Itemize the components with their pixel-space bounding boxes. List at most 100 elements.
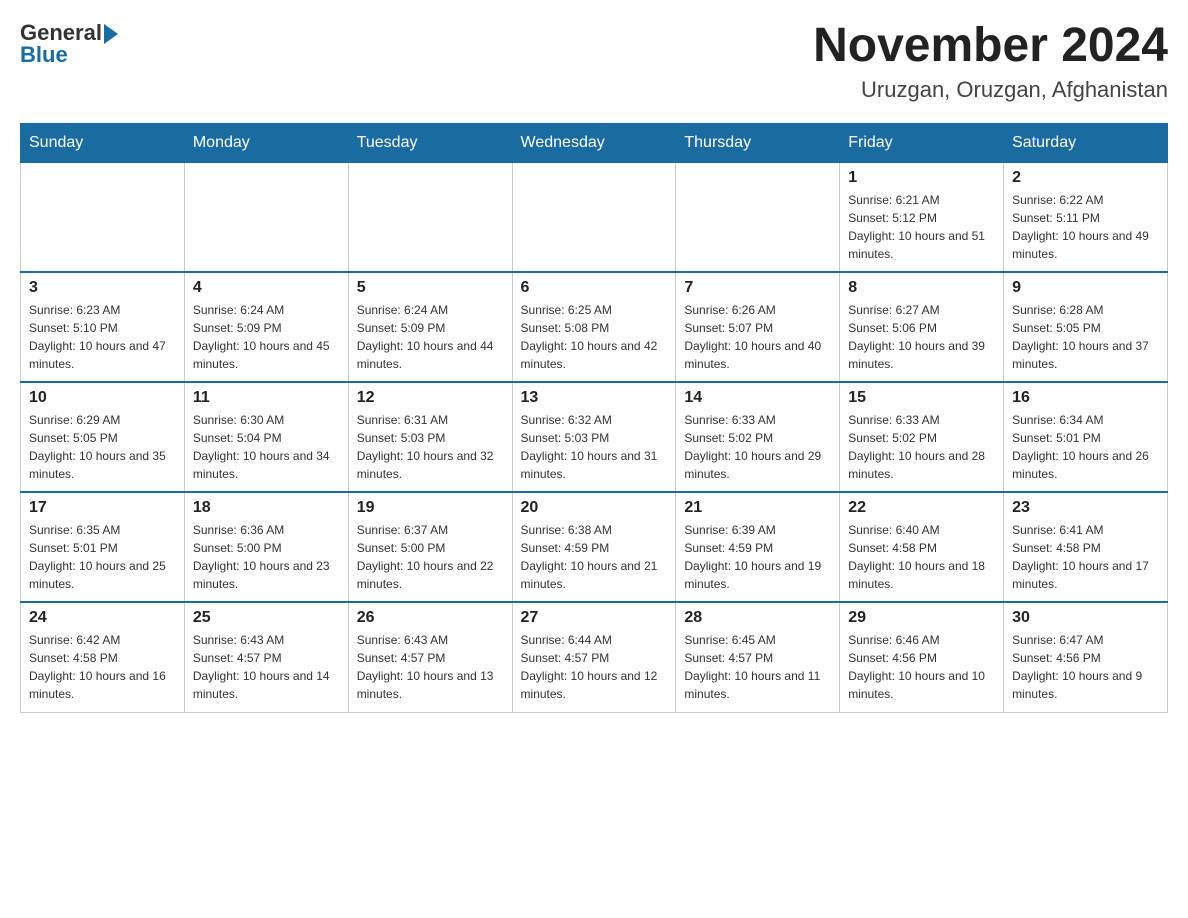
calendar-day-cell: 18 Sunrise: 6:36 AMSunset: 5:00 PMDayligh… (184, 492, 348, 602)
calendar-week-row: 24 Sunrise: 6:42 AMSunset: 4:58 PMDayligh… (21, 602, 1168, 712)
day-info: Sunrise: 6:34 AMSunset: 5:01 PMDaylight:… (1012, 411, 1159, 483)
calendar-day-cell: 16Sunrise: 6:34 AMSunset: 5:01 PMDayligh… (1004, 382, 1168, 492)
day-info: Sunrise: 6:30 AMSunset: 5:04 PMDaylight:… (193, 411, 340, 483)
calendar-header-row: SundayMondayTuesdayWednesdayThursdayFrid… (21, 123, 1168, 162)
day-number: 25 (193, 609, 340, 627)
calendar-day-cell: 15Sunrise: 6:33 AMSunset: 5:02 PMDayligh… (840, 382, 1004, 492)
day-number: 6 (521, 279, 668, 297)
day-info: Sunrise: 6:25 AMSunset: 5:08 PMDaylight:… (521, 301, 668, 373)
calendar-day-cell: 20 Sunrise: 6:38 AMSunset: 4:59 PMDayligh… (512, 492, 676, 602)
logo-blue-text: Blue (20, 42, 68, 68)
calendar-day-cell (184, 162, 348, 272)
day-number: 4 (193, 279, 340, 297)
day-number: 12 (357, 389, 504, 407)
calendar-day-cell: 10Sunrise: 6:29 AMSunset: 5:05 PMDayligh… (21, 382, 185, 492)
day-info: Sunrise: 6:42 AMSunset: 4:58 PMDaylight:… (29, 631, 176, 703)
calendar-day-cell (21, 162, 185, 272)
day-number: 28 (684, 609, 831, 627)
day-number: 13 (521, 389, 668, 407)
calendar-day-cell: 28 Sunrise: 6:45 AMSunset: 4:57 PMDayligh… (676, 602, 840, 712)
calendar-day-cell: 1 Sunrise: 6:21 AMSunset: 5:12 PMDaylight… (840, 162, 1004, 272)
day-number: 26 (357, 609, 504, 627)
day-number: 17 (29, 499, 176, 517)
calendar-day-cell (348, 162, 512, 272)
calendar-week-row: 17Sunrise: 6:35 AMSunset: 5:01 PMDayligh… (21, 492, 1168, 602)
calendar-day-cell: 30Sunrise: 6:47 AMSunset: 4:56 PMDayligh… (1004, 602, 1168, 712)
day-of-week-header: Friday (840, 123, 1004, 162)
day-number: 9 (1012, 279, 1159, 297)
day-number: 11 (193, 389, 340, 407)
calendar-day-cell: 2 Sunrise: 6:22 AMSunset: 5:11 PMDaylight… (1004, 162, 1168, 272)
day-number: 23 (1012, 499, 1159, 517)
day-number: 8 (848, 279, 995, 297)
day-info: Sunrise: 6:37 AMSunset: 5:00 PMDaylight:… (357, 521, 504, 593)
day-info: Sunrise: 6:33 AMSunset: 5:02 PMDaylight:… (684, 411, 831, 483)
day-number: 19 (357, 499, 504, 517)
calendar-day-cell: 19 Sunrise: 6:37 AMSunset: 5:00 PMDayligh… (348, 492, 512, 602)
calendar-day-cell (512, 162, 676, 272)
calendar-day-cell: 22 Sunrise: 6:40 AMSunset: 4:58 PMDayligh… (840, 492, 1004, 602)
day-info: Sunrise: 6:22 AMSunset: 5:11 PMDaylight:… (1012, 191, 1159, 263)
day-of-week-header: Wednesday (512, 123, 676, 162)
calendar-day-cell: 26 Sunrise: 6:43 AMSunset: 4:57 PMDayligh… (348, 602, 512, 712)
calendar-day-cell: 24 Sunrise: 6:42 AMSunset: 4:58 PMDayligh… (21, 602, 185, 712)
day-number: 14 (684, 389, 831, 407)
calendar-day-cell: 9 Sunrise: 6:28 AMSunset: 5:05 PMDaylight… (1004, 272, 1168, 382)
day-info: Sunrise: 6:32 AMSunset: 5:03 PMDaylight:… (521, 411, 668, 483)
calendar-day-cell: 21 Sunrise: 6:39 AMSunset: 4:59 PMDayligh… (676, 492, 840, 602)
day-number: 15 (848, 389, 995, 407)
day-info: Sunrise: 6:31 AMSunset: 5:03 PMDaylight:… (357, 411, 504, 483)
calendar-day-cell: 29Sunrise: 6:46 AMSunset: 4:56 PMDayligh… (840, 602, 1004, 712)
calendar-day-cell: 3 Sunrise: 6:23 AMSunset: 5:10 PMDaylight… (21, 272, 185, 382)
day-info: Sunrise: 6:39 AMSunset: 4:59 PMDaylight:… (684, 521, 831, 593)
calendar-day-cell: 14 Sunrise: 6:33 AMSunset: 5:02 PMDayligh… (676, 382, 840, 492)
day-number: 30 (1012, 609, 1159, 627)
calendar-week-row: 10Sunrise: 6:29 AMSunset: 5:05 PMDayligh… (21, 382, 1168, 492)
day-info: Sunrise: 6:26 AMSunset: 5:07 PMDaylight:… (684, 301, 831, 373)
day-info: Sunrise: 6:24 AMSunset: 5:09 PMDaylight:… (357, 301, 504, 373)
day-info: Sunrise: 6:38 AMSunset: 4:59 PMDaylight:… (521, 521, 668, 593)
day-number: 22 (848, 499, 995, 517)
day-number: 7 (684, 279, 831, 297)
day-info: Sunrise: 6:29 AMSunset: 5:05 PMDaylight:… (29, 411, 176, 483)
calendar-day-cell: 11 Sunrise: 6:30 AMSunset: 5:04 PMDayligh… (184, 382, 348, 492)
calendar-day-cell: 7 Sunrise: 6:26 AMSunset: 5:07 PMDaylight… (676, 272, 840, 382)
calendar-day-cell (676, 162, 840, 272)
calendar-day-cell: 12 Sunrise: 6:31 AMSunset: 5:03 PMDayligh… (348, 382, 512, 492)
day-info: Sunrise: 6:45 AMSunset: 4:57 PMDaylight:… (684, 631, 831, 703)
day-info: Sunrise: 6:24 AMSunset: 5:09 PMDaylight:… (193, 301, 340, 373)
day-number: 24 (29, 609, 176, 627)
day-of-week-header: Tuesday (348, 123, 512, 162)
day-info: Sunrise: 6:36 AMSunset: 5:00 PMDaylight:… (193, 521, 340, 593)
location-title: Uruzgan, Oruzgan, Afghanistan (813, 77, 1168, 103)
day-info: Sunrise: 6:46 AMSunset: 4:56 PMDaylight:… (848, 631, 995, 703)
day-number: 1 (848, 169, 995, 187)
calendar-day-cell: 17Sunrise: 6:35 AMSunset: 5:01 PMDayligh… (21, 492, 185, 602)
day-number: 2 (1012, 169, 1159, 187)
calendar-day-cell: 4 Sunrise: 6:24 AMSunset: 5:09 PMDaylight… (184, 272, 348, 382)
calendar-day-cell: 5 Sunrise: 6:24 AMSunset: 5:09 PMDaylight… (348, 272, 512, 382)
calendar-day-cell: 6 Sunrise: 6:25 AMSunset: 5:08 PMDaylight… (512, 272, 676, 382)
calendar-week-row: 1 Sunrise: 6:21 AMSunset: 5:12 PMDaylight… (21, 162, 1168, 272)
day-number: 18 (193, 499, 340, 517)
title-section: November 2024 Uruzgan, Oruzgan, Afghanis… (813, 20, 1168, 103)
calendar-table: SundayMondayTuesdayWednesdayThursdayFrid… (20, 123, 1168, 713)
day-info: Sunrise: 6:27 AMSunset: 5:06 PMDaylight:… (848, 301, 995, 373)
day-number: 3 (29, 279, 176, 297)
logo: General Blue (20, 20, 118, 68)
day-number: 21 (684, 499, 831, 517)
calendar-day-cell: 13 Sunrise: 6:32 AMSunset: 5:03 PMDayligh… (512, 382, 676, 492)
day-info: Sunrise: 6:21 AMSunset: 5:12 PMDaylight:… (848, 191, 995, 263)
calendar-week-row: 3 Sunrise: 6:23 AMSunset: 5:10 PMDaylight… (21, 272, 1168, 382)
day-of-week-header: Monday (184, 123, 348, 162)
day-info: Sunrise: 6:40 AMSunset: 4:58 PMDaylight:… (848, 521, 995, 593)
day-number: 20 (521, 499, 668, 517)
day-info: Sunrise: 6:28 AMSunset: 5:05 PMDaylight:… (1012, 301, 1159, 373)
day-number: 5 (357, 279, 504, 297)
day-info: Sunrise: 6:43 AMSunset: 4:57 PMDaylight:… (357, 631, 504, 703)
calendar-day-cell: 25Sunrise: 6:43 AMSunset: 4:57 PMDayligh… (184, 602, 348, 712)
day-of-week-header: Saturday (1004, 123, 1168, 162)
day-of-week-header: Sunday (21, 123, 185, 162)
month-title: November 2024 (813, 20, 1168, 73)
day-info: Sunrise: 6:23 AMSunset: 5:10 PMDaylight:… (29, 301, 176, 373)
